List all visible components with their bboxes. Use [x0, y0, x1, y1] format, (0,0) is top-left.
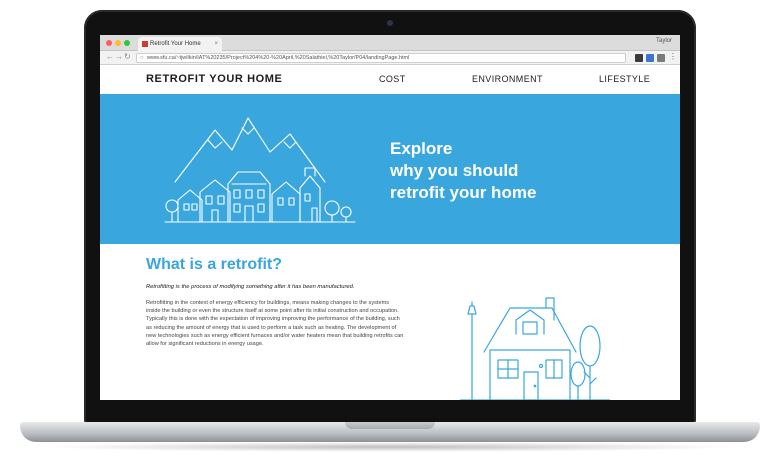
extension-icon[interactable]: [635, 54, 643, 62]
back-arrow-icon[interactable]: ←: [106, 52, 114, 61]
nav-link-lifestyle[interactable]: LIFESTYLE: [599, 74, 650, 84]
hero-heading-line: Explore: [390, 139, 453, 158]
address-bar[interactable]: ○ www.sfu.ca/~tjwilkin/IAT%20235/Project…: [136, 53, 626, 63]
url-text: www.sfu.ca/~tjwilkin/IAT%20235/Project%2…: [147, 55, 410, 61]
lock-icon: ○: [140, 55, 144, 61]
extension-icon[interactable]: [657, 54, 665, 62]
section-body: Retrofitting in the context of energy ef…: [146, 300, 404, 348]
laptop-notch: [345, 422, 435, 429]
browser-toolbar: ← → ↻ ○ www.sfu.ca/~tjwilkin/IAT%20235/P…: [100, 51, 680, 75]
laptop-shadow: [40, 442, 740, 452]
profile-name[interactable]: Taylor: [656, 38, 672, 44]
section-title: What is a retrofit?: [146, 256, 283, 273]
hero-heading: Explore why you should retrofit your hom…: [390, 138, 536, 204]
camera-icon: [387, 20, 393, 26]
hero-heading-line: retrofit your home: [390, 183, 537, 202]
maximize-window-button[interactable]: [124, 40, 130, 46]
retrofit-section: What is a retrofit? Retrofitting is the …: [100, 244, 680, 400]
menu-icon[interactable]: ⋮: [669, 52, 677, 61]
tab-title: Retrofit Your Home: [150, 41, 201, 47]
browser-tab[interactable]: Retrofit Your Home ×: [138, 37, 222, 51]
nav-link-cost[interactable]: COST: [379, 74, 406, 84]
browser-tabbar: Retrofit Your Home × Taylor: [100, 35, 680, 51]
tab-close-icon[interactable]: ×: [214, 37, 218, 51]
favicon-icon: [142, 41, 148, 47]
hero-banner: Explore why you should retrofit your hom…: [100, 94, 680, 244]
screen: Retrofit Your Home × Taylor ← → ↻ ○ www.…: [100, 35, 680, 400]
neighborhood-illustration: [164, 117, 356, 223]
site-brand[interactable]: RETROFIT YOUR HOME: [146, 73, 283, 85]
hero-heading-line: why you should: [390, 161, 519, 180]
section-lead: Retrofitting is the process of modifying…: [146, 284, 355, 290]
nav-link-environment[interactable]: ENVIRONMENT: [472, 74, 543, 84]
minimize-window-button[interactable]: [115, 40, 121, 46]
close-window-button[interactable]: [106, 40, 112, 46]
house-illustration: [460, 297, 610, 400]
site-navigation: RETROFIT YOUR HOME COST ENVIRONMENT LIFE…: [100, 65, 680, 94]
reload-icon[interactable]: ↻: [124, 52, 131, 61]
forward-arrow-icon[interactable]: →: [115, 52, 123, 61]
extension-icon[interactable]: [646, 54, 654, 62]
